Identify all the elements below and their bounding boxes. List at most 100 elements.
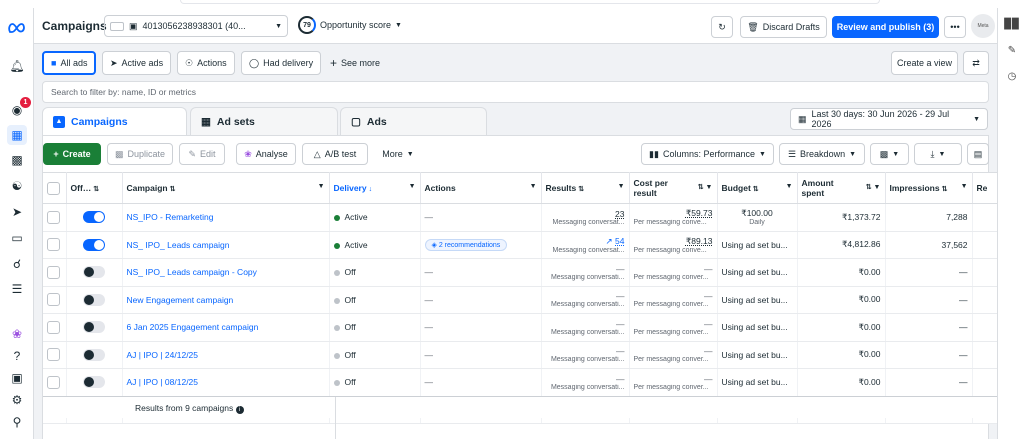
settings-gear-icon[interactable]: ⚙ [7, 390, 27, 410]
opportunity-score[interactable]: 79 Opportunity score ▼ [298, 16, 402, 34]
campaigns-table-icon[interactable]: ▦ [7, 125, 27, 145]
campaign-name-cell[interactable]: NS_ IPO_ Leads campaign - Copy [122, 258, 330, 287]
bell-icon[interactable]: 🔔︎ [7, 56, 27, 76]
column-header-offon[interactable]: Off… ⇅ [66, 172, 123, 204]
table-row[interactable]: 6 Jan 2025 Engagement campaign Off — — Me… [43, 313, 1009, 342]
search-icon[interactable]: ⚲ [7, 412, 27, 432]
result-value[interactable]: ↗ 54 [546, 236, 625, 247]
menu-icon[interactable]: ☰ [7, 279, 27, 299]
tab-ad-sets[interactable]: ▦ Ad sets [190, 107, 338, 135]
notifications-icon[interactable]: ◉ 1 [7, 97, 31, 120]
filter-see-more[interactable]: + See more [323, 51, 387, 75]
row-checkbox[interactable] [43, 203, 67, 232]
table-row[interactable]: NS_ IPO_ Leads campaign - Copy Off — — Me… [43, 258, 1009, 287]
columns-button[interactable]: ▮▮ Columns: Performance ▼ [641, 143, 774, 165]
campaign-toggle[interactable] [66, 231, 123, 259]
filter-had-delivery[interactable]: ◯ Had delivery [241, 51, 322, 75]
select-all-checkbox[interactable] [43, 172, 67, 204]
campaign-name-cell[interactable]: NS_IPO - Remarketing [122, 203, 330, 232]
row-checkbox[interactable] [43, 286, 67, 314]
campaign-toggle[interactable] [66, 286, 123, 314]
column-header-results[interactable]: Results ⇅ ▼ [541, 172, 630, 204]
campaign-toggle[interactable] [66, 258, 123, 287]
table-row[interactable]: AJ | IPO | 24/12/25 Off — — Messaging con… [43, 341, 1009, 369]
edit-button[interactable]: ✎ Edit [179, 143, 225, 165]
filter-actions[interactable]: ☉ Actions [177, 51, 235, 75]
report-icon[interactable]: ▣ [7, 368, 27, 388]
campaign-toggle[interactable] [66, 313, 123, 342]
discard-drafts-button[interactable]: 🗑︎ Discard Drafts [740, 16, 827, 38]
column-header-delivery[interactable]: Delivery ↓ ▼ [329, 172, 421, 204]
chart-toggle-button[interactable]: ▤ [967, 143, 989, 165]
campaign-name-cell[interactable]: New Engagement campaign [122, 286, 330, 314]
billing-icon[interactable]: ▭ [7, 228, 27, 248]
search-input[interactable]: Search to filter by: name, ID or metrics [42, 81, 989, 103]
campaign-name-link[interactable]: AJ | IPO | 24/12/25 [127, 350, 199, 360]
column-header-campaign[interactable]: Campaign ⇅ ▼ [122, 172, 330, 204]
analyse-button[interactable]: ❀ Analyse [236, 143, 296, 165]
duplicate-button[interactable]: ▩ Duplicate [107, 143, 173, 165]
account-id: 4013056238938301 (40... [142, 21, 246, 31]
help-icon[interactable]: ? [7, 346, 27, 366]
meta-ai-icon[interactable]: ❀ [7, 324, 27, 344]
campaign-name-cell[interactable]: AJ | IPO | 08/12/25 [122, 368, 330, 397]
review-and-publish-button[interactable]: Review and publish (3) [832, 16, 939, 38]
avatar[interactable]: Meta [971, 14, 995, 38]
row-checkbox[interactable] [43, 231, 67, 259]
row-checkbox[interactable] [43, 258, 67, 287]
table-row[interactable]: AJ | IPO | 08/12/25 Off — — Messaging con… [43, 368, 1009, 397]
breakdown-button[interactable]: ☰ Breakdown ▼ [779, 143, 865, 165]
more-button[interactable]: More ▼ [374, 143, 422, 165]
column-header-budget[interactable]: Budget ⇅ ▼ [717, 172, 798, 204]
more-options-button[interactable]: ••• [944, 16, 966, 38]
recommendations-badge[interactable]: ◈ 2 recommendations [424, 238, 508, 251]
campaign-name-cell[interactable]: AJ | IPO | 24/12/25 [122, 341, 330, 369]
campaign-toggle[interactable] [66, 368, 123, 397]
campaign-name-link[interactable]: NS_ IPO_ Leads campaign [127, 240, 230, 250]
column-header-cost[interactable]: Cost per result ⇅ ▼ [629, 172, 718, 204]
campaign-name-link[interactable]: NS_ IPO_ Leads campaign - Copy [127, 267, 257, 277]
meta-logo-icon[interactable] [7, 18, 27, 38]
date-range-picker[interactable]: ▦ Last 30 days: 30 Jun 2026 - 29 Jul 2026… [790, 108, 988, 130]
export-button[interactable]: ⤓ ▼ [914, 143, 962, 165]
table-row[interactable]: NS_ IPO_ Leads campaign Active ◈ 2 recom… [43, 231, 1009, 259]
campaign-name-link[interactable]: AJ | IPO | 08/12/25 [127, 377, 199, 387]
history-clock-icon[interactable]: ◷ [1004, 68, 1020, 84]
column-header-amount[interactable]: Amount spent ⇅ ▼ [797, 172, 886, 204]
account-selector[interactable]: ▣ 4013056238938301 (40... ▼ [104, 15, 288, 37]
audiences-icon[interactable]: ☯ [7, 176, 27, 196]
table-row[interactable]: New Engagement campaign Off — — Messaging… [43, 286, 1009, 314]
left-navigation: 🔔︎ ◉ 1 ▦ ▩ ☯ ➤ ▭ ☌ ☰ ❀ ? ▣ ⚙ ⚲ [0, 8, 34, 439]
tab-ads[interactable]: ▢ Ads [340, 107, 487, 135]
bar-chart-icon[interactable]: ▉▉ [1004, 16, 1020, 32]
row-checkbox[interactable] [43, 313, 67, 342]
campaign-name-link[interactable]: New Engagement campaign [127, 295, 234, 305]
campaign-toggle[interactable] [66, 341, 123, 369]
filter-active-ads[interactable]: ➤ Active ads [102, 51, 172, 75]
campaign-name-link[interactable]: NS_IPO - Remarketing [127, 212, 214, 222]
campaign-name-cell[interactable]: NS_ IPO_ Leads campaign [122, 231, 330, 259]
row-checkbox[interactable] [43, 368, 67, 397]
actions-value: — [424, 294, 434, 305]
create-button[interactable]: + Create [43, 143, 101, 165]
campaign-toggle[interactable] [66, 203, 123, 232]
filter-settings-button[interactable]: ⇄ [963, 51, 989, 75]
budget-cell: Using ad set bu... [717, 341, 798, 369]
row-checkbox[interactable] [43, 341, 67, 369]
tab-campaigns[interactable]: ▲ Campaigns [42, 107, 187, 135]
impressions-value: — [959, 267, 968, 278]
refresh-button[interactable]: ↻ [711, 16, 733, 38]
table-row[interactable]: NS_IPO - Remarketing Active — 23 Messagin… [43, 203, 1009, 232]
ab-test-button[interactable]: △ A/B test [302, 143, 368, 165]
create-view-button[interactable]: Create a view [891, 51, 958, 75]
column-header-actions[interactable]: Actions ▼ [420, 172, 542, 204]
filter-all-ads[interactable]: ■ All ads [42, 51, 97, 75]
pencil-icon[interactable]: ✎ [1004, 42, 1020, 58]
campaign-name-link[interactable]: 6 Jan 2025 Engagement campaign [127, 322, 259, 332]
business-icon[interactable]: ☌ [7, 254, 27, 274]
pages-icon[interactable]: ▩ [7, 150, 27, 170]
reports-button[interactable]: ▩ ▼ [870, 143, 909, 165]
column-header-impressions[interactable]: Impressions ⇅ ▼ [885, 172, 973, 204]
campaign-name-cell[interactable]: 6 Jan 2025 Engagement campaign [122, 313, 330, 342]
megaphone-icon[interactable]: ➤ [7, 202, 27, 222]
